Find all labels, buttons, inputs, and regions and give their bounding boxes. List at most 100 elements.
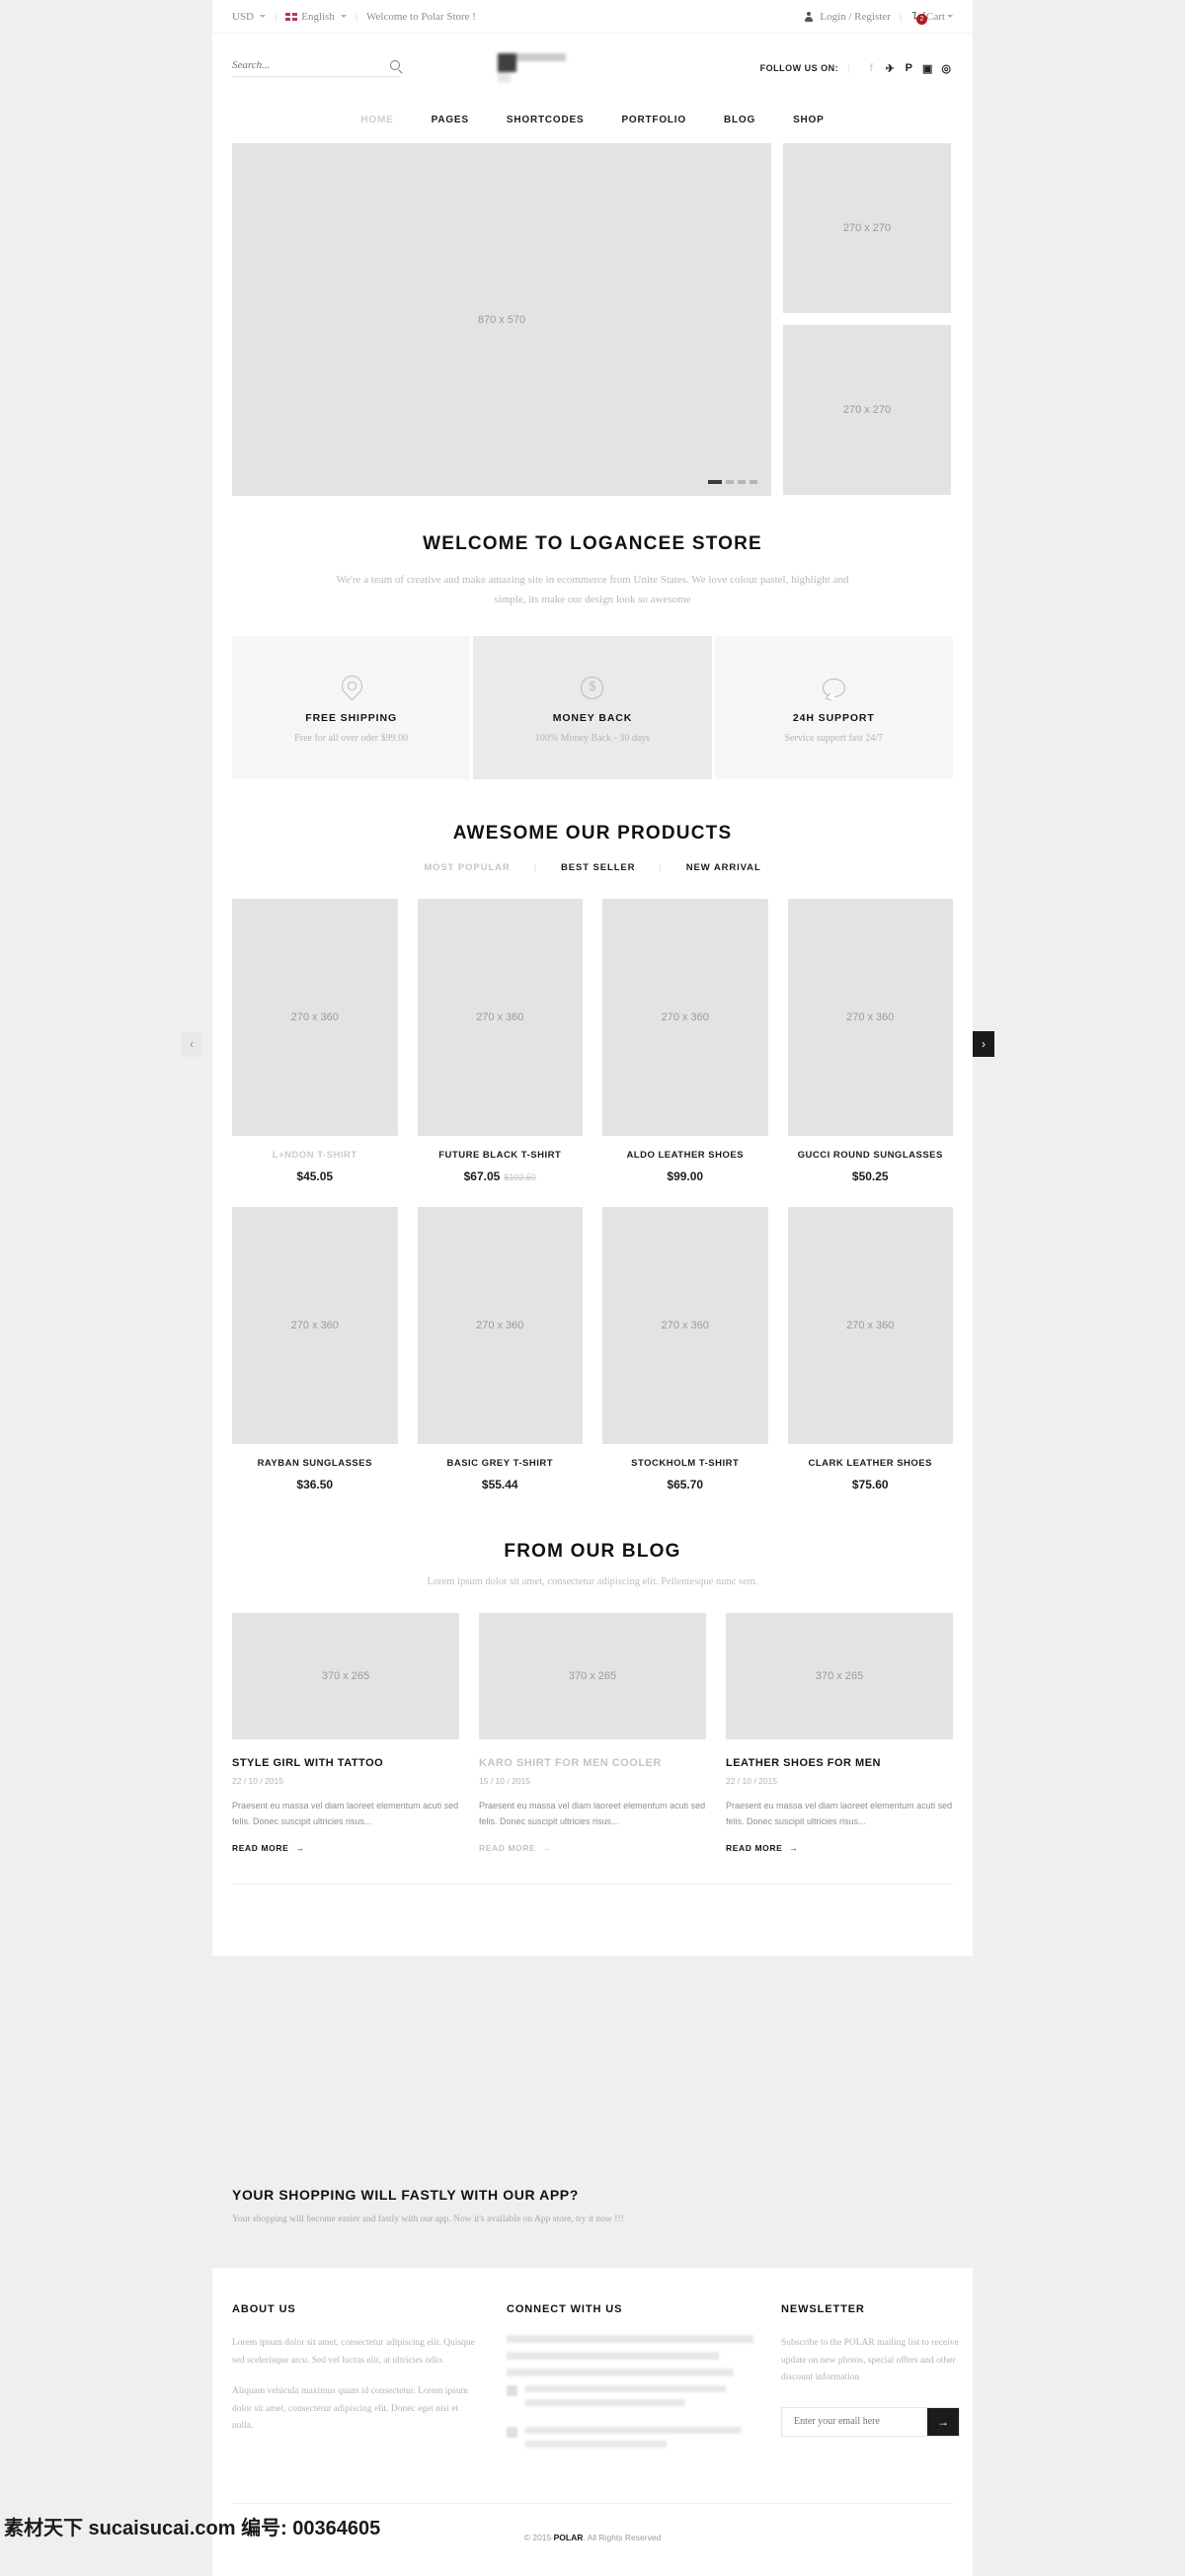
product-name[interactable]: L+NDON T-SHIRT xyxy=(232,1150,398,1161)
read-more-link[interactable]: READ MORE → xyxy=(479,1843,551,1853)
cart-label: Cart xyxy=(926,10,945,23)
location-pin-icon xyxy=(342,671,360,704)
blog-post-image[interactable]: 370 x 265 xyxy=(726,1612,953,1739)
tab-most-popular[interactable]: MOST POPULAR xyxy=(424,862,510,873)
copyright-prefix: © 2015 xyxy=(523,2533,554,2542)
blog-post-card[interactable]: 370 x 265 LEATHER SHOES FOR MEN 22 / 10 … xyxy=(726,1612,953,1856)
hero-main-slide[interactable]: 870 x 570 xyxy=(232,143,771,496)
language-selector[interactable]: English xyxy=(285,11,347,23)
product-name[interactable]: BASIC GREY T-SHIRT xyxy=(418,1458,584,1469)
newsletter-submit-button[interactable]: → xyxy=(927,2407,959,2436)
slider-dot[interactable] xyxy=(738,480,746,484)
twitter-feed-item[interactable] xyxy=(507,2427,753,2455)
carousel-next-button[interactable]: › xyxy=(973,1031,994,1057)
product-card[interactable]: 270 x 360 ALDO LEATHER SHOES $99.00 xyxy=(602,898,768,1183)
blog-post-card[interactable]: 370 x 265 KARO SHIRT FOR MEN COOLER 15 /… xyxy=(479,1612,706,1856)
separator: | xyxy=(847,63,850,73)
twitter-icon[interactable]: ✈ xyxy=(884,62,897,75)
blog-post-excerpt: Praesent eu massa vel diam laoreet eleme… xyxy=(232,1800,459,1826)
product-image[interactable]: 270 x 360 xyxy=(232,1206,398,1444)
blog-post-title[interactable]: KARO SHIRT FOR MEN COOLER xyxy=(479,1757,706,1769)
product-card[interactable]: 270 x 360 FUTURE BLACK T-SHIRT $67.05 $10… xyxy=(417,898,584,1183)
footer-newsletter-text: Subscribe to the POLAR mailing list to r… xyxy=(781,2338,959,2383)
footer-about-title: ABOUT US xyxy=(232,2303,296,2315)
product-name[interactable]: RAYBAN SUNGLASSES xyxy=(232,1458,398,1469)
cart-button[interactable]: 2 Cart xyxy=(912,10,953,25)
product-price-current: $75.60 xyxy=(851,1477,889,1491)
product-image-placeholder: 270 x 360 xyxy=(661,1010,709,1023)
newsletter-email-input[interactable] xyxy=(782,2407,927,2436)
product-name[interactable]: GUCCI ROUND SUNGLASSES xyxy=(788,1150,954,1161)
product-name[interactable]: STOCKHOLM T-SHIRT xyxy=(602,1458,768,1469)
search-icon[interactable] xyxy=(390,60,400,70)
footer-connect-column: CONNECT WITH US xyxy=(507,2303,753,2468)
login-register-link[interactable]: Login / Register xyxy=(805,11,891,23)
nav-item-blog[interactable]: BLOG xyxy=(724,115,755,125)
twitter-feed-item[interactable] xyxy=(507,2385,753,2413)
product-image[interactable]: 270 x 360 xyxy=(232,898,398,1136)
read-more-link[interactable]: READ MORE → xyxy=(726,1843,798,1853)
hero-side-banner-2[interactable]: 270 x 270 xyxy=(783,325,951,495)
nav-item-portfolio[interactable]: PORTFOLIO xyxy=(621,115,686,125)
feature-desc: 100% Money Back - 30 days xyxy=(534,733,651,745)
dollar-coin-icon: $ xyxy=(581,671,604,704)
product-card[interactable]: 270 x 360 GUCCI ROUND SUNGLASSES $50.25 xyxy=(787,898,954,1183)
tab-new-arrival[interactable]: NEW ARRIVAL xyxy=(686,862,761,873)
footer-about-p2: Aliquam vehicula maximus quam id consect… xyxy=(232,2386,469,2432)
product-card[interactable]: 270 x 360 RAYBAN SUNGLASSES $36.50 xyxy=(232,1206,398,1491)
product-price-current: $50.25 xyxy=(851,1168,889,1183)
nav-item-shop[interactable]: SHOP xyxy=(793,115,825,125)
blog-post-image[interactable]: 370 x 265 xyxy=(479,1612,706,1739)
blog-post-title[interactable]: LEATHER SHOES FOR MEN xyxy=(726,1757,953,1769)
arrow-right-icon: → xyxy=(542,1842,552,1853)
product-card[interactable]: 270 x 360 STOCKHOLM T-SHIRT $65.70 xyxy=(602,1206,768,1491)
twitter-feed-block[interactable] xyxy=(507,2335,753,2376)
facebook-icon[interactable]: f xyxy=(865,62,878,75)
footer-newsletter-title: NEWSLETTER xyxy=(781,2303,865,2315)
product-image[interactable]: 270 x 360 xyxy=(787,898,953,1136)
pinterest-icon[interactable]: P xyxy=(903,62,915,75)
blog-post-card[interactable]: 370 x 265 STYLE GIRL WITH TATTOO 22 / 10… xyxy=(232,1612,459,1856)
product-price-current: $55.44 xyxy=(481,1477,518,1491)
currency-selector[interactable]: USD xyxy=(232,10,267,23)
product-image[interactable]: 270 x 360 xyxy=(602,1206,768,1444)
product-name[interactable]: ALDO LEATHER SHOES xyxy=(602,1150,768,1161)
product-price-current: $99.00 xyxy=(667,1168,704,1183)
logo-mark xyxy=(497,53,516,72)
dribbble-icon[interactable]: ◎ xyxy=(940,62,953,75)
nav-item-pages[interactable]: PAGES xyxy=(432,115,469,125)
product-name[interactable]: CLARK LEATHER SHOES xyxy=(788,1458,954,1469)
product-card[interactable]: 270 x 360 CLARK LEATHER SHOES $75.60 xyxy=(787,1206,954,1491)
app-promo-title: YOUR SHOPPING WILL FASTLY WITH OUR APP? xyxy=(232,2187,579,2203)
feature-24h-support: 24H SUPPORT Service support fast 24/7 xyxy=(714,635,953,779)
product-card[interactable]: 270 x 360 BASIC GREY T-SHIRT $55.44 xyxy=(417,1206,584,1491)
product-image[interactable]: 270 x 360 xyxy=(602,898,768,1136)
feature-title: 24H SUPPORT xyxy=(792,712,875,725)
slider-dot-active[interactable] xyxy=(708,480,722,484)
search-input[interactable] xyxy=(232,59,370,71)
nav-item-home[interactable]: HOME xyxy=(360,115,393,125)
site-logo[interactable] xyxy=(497,53,566,83)
product-price: $55.44 xyxy=(418,1478,584,1491)
product-image[interactable]: 270 x 360 xyxy=(787,1206,953,1444)
blog-post-title[interactable]: STYLE GIRL WITH TATTOO xyxy=(232,1757,459,1769)
slider-dot[interactable] xyxy=(750,480,757,484)
carousel-prev-button[interactable]: ‹ xyxy=(181,1031,202,1057)
nav-item-shortcodes[interactable]: SHORTCODES xyxy=(507,115,585,125)
tab-best-seller[interactable]: BEST SELLER xyxy=(561,862,635,873)
slider-pagination[interactable] xyxy=(708,480,757,484)
blog-post-image[interactable]: 370 x 265 xyxy=(232,1612,459,1739)
product-image[interactable]: 270 x 360 xyxy=(417,898,583,1136)
read-more-link[interactable]: READ MORE → xyxy=(232,1843,304,1853)
product-name[interactable]: FUTURE BLACK T-SHIRT xyxy=(418,1150,584,1161)
instagram-icon[interactable]: ▣ xyxy=(921,62,934,75)
hero-side-banner-1[interactable]: 270 x 270 xyxy=(783,143,951,313)
product-image-placeholder: 270 x 360 xyxy=(290,1319,339,1331)
search-box[interactable] xyxy=(232,59,400,77)
product-price-current: $45.05 xyxy=(296,1168,334,1183)
product-card[interactable]: 270 x 360 L+NDON T-SHIRT $45.05 xyxy=(232,898,398,1183)
product-image[interactable]: 270 x 360 xyxy=(417,1206,583,1444)
blog-image-placeholder: 370 x 265 xyxy=(321,1669,370,1682)
currency-label: USD xyxy=(232,10,255,23)
slider-dot[interactable] xyxy=(726,480,734,484)
